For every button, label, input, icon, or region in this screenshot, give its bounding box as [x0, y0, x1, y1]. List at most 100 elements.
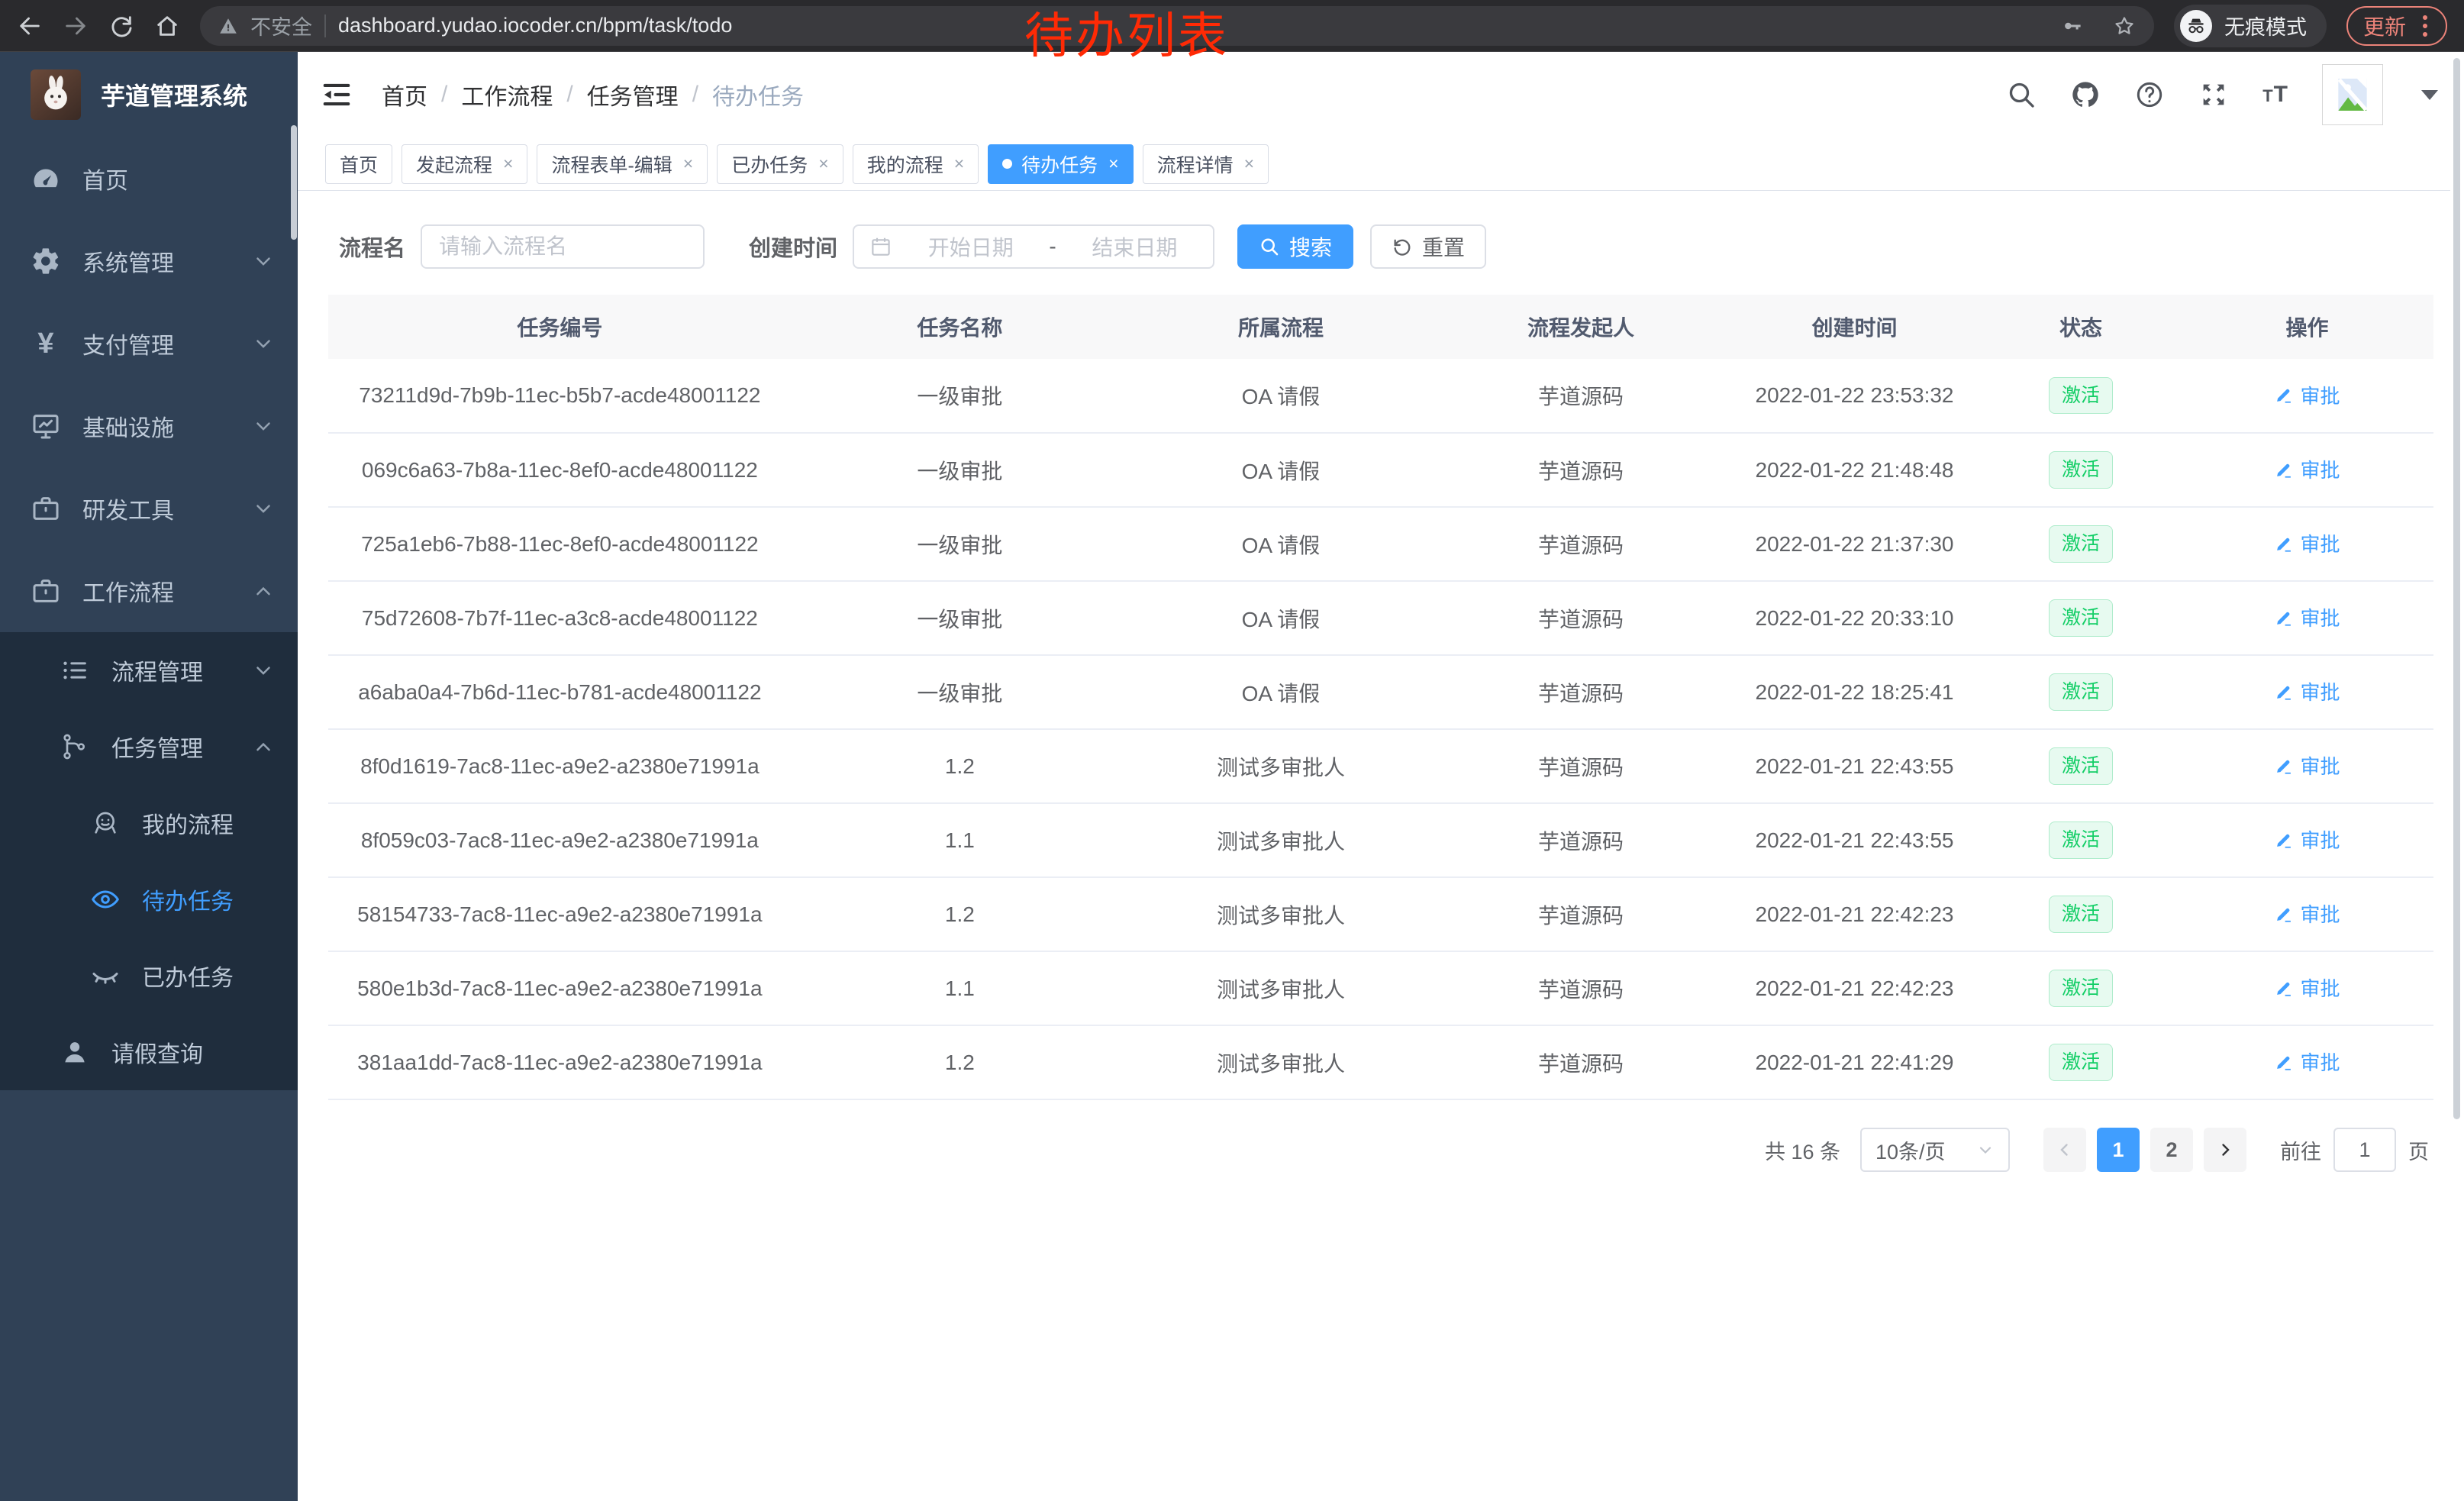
breadcrumb-item[interactable]: 工作流程: [461, 78, 553, 111]
tag-process-detail[interactable]: 流程详情×: [1143, 144, 1269, 184]
tag-close-icon[interactable]: ×: [683, 153, 693, 174]
navbar-tools: TT: [2006, 64, 2438, 125]
chevron-up-icon: [252, 579, 275, 602]
sidebar-item-payment-management[interactable]: ¥支付管理: [0, 302, 298, 385]
page-size-select[interactable]: 10条/页: [1860, 1128, 2010, 1172]
sidebar-item-home[interactable]: 首页: [0, 137, 298, 220]
cell-process: OA 请假: [1128, 655, 1434, 729]
avatar-caret-icon[interactable]: [2421, 90, 2438, 100]
approve-link[interactable]: 审批: [2274, 1047, 2340, 1076]
cell-created: 2022-01-22 20:33:10: [1728, 581, 1981, 655]
sidebar-item-my-process[interactable]: 我的流程: [0, 785, 298, 861]
user-avatar[interactable]: [2322, 64, 2383, 125]
breadcrumb-item[interactable]: 首页: [382, 78, 427, 111]
status-badge: 激活: [2049, 970, 2113, 1007]
tag-form-edit[interactable]: 流程表单-编辑 ×: [537, 144, 708, 184]
password-key-icon[interactable]: [2061, 15, 2084, 37]
home-icon[interactable]: [154, 13, 180, 39]
main-area: 首页/工作流程/任务管理/待办任务 TT 首页发起流程×流程表单-编辑×已办任务…: [298, 52, 2464, 1501]
approve-link[interactable]: 审批: [2274, 973, 2340, 1002]
approve-link[interactable]: 审批: [2274, 381, 2340, 409]
user-icon: [58, 1035, 92, 1069]
approve-link[interactable]: 审批: [2274, 603, 2340, 631]
column-header-5: 状态: [1981, 295, 2181, 359]
tag-todo-tasks[interactable]: 待办任务×: [988, 144, 1133, 184]
process-name-input[interactable]: [421, 224, 705, 269]
tag-close-icon[interactable]: ×: [818, 153, 828, 174]
forward-icon[interactable]: [63, 13, 89, 39]
cell-id: 73211d9d-7b9b-11ec-b5b7-acde48001122: [328, 359, 792, 433]
yen-icon: ¥: [29, 327, 63, 360]
fullscreen-icon[interactable]: [2198, 79, 2229, 110]
back-icon[interactable]: [17, 13, 43, 39]
sidebar-item-todo-tasks[interactable]: 待办任务: [0, 861, 298, 938]
tag-my-process[interactable]: 我的流程×: [853, 144, 979, 184]
table-row: 8f0d1619-7ac8-11ec-a9e2-a2380e71991a1.2测…: [328, 729, 2433, 803]
security-label[interactable]: 不安全: [250, 11, 312, 40]
goto-page-input[interactable]: [2333, 1128, 2396, 1172]
search-button-icon: [1259, 236, 1280, 257]
tag-start-process[interactable]: 发起流程×: [402, 144, 527, 184]
approve-link[interactable]: 审批: [2274, 751, 2340, 780]
page-button-2[interactable]: 2: [2150, 1128, 2193, 1172]
sidebar-collapse-icon[interactable]: [319, 77, 354, 112]
approve-link[interactable]: 审批: [2274, 677, 2340, 705]
browser-menu-icon[interactable]: [2420, 15, 2430, 37]
cell-process: OA 请假: [1128, 433, 1434, 507]
approve-link[interactable]: 审批: [2274, 529, 2340, 557]
sidebar-item-process-management[interactable]: 流程管理: [0, 632, 298, 709]
cell-action: 审批: [2181, 433, 2433, 507]
sidebar-item-workflow[interactable]: 工作流程: [0, 550, 298, 632]
sidebar-item-infrastructure[interactable]: 基础设施: [0, 385, 298, 467]
page-scrollbar[interactable]: [2450, 52, 2464, 1501]
tag-label: 流程表单-编辑: [551, 150, 672, 178]
address-bar[interactable]: 不安全 dashboard.yudao.iocoder.cn/bpm/task/…: [200, 6, 2154, 46]
briefcase-icon: [29, 492, 63, 525]
sidebar-item-done-tasks[interactable]: 已办任务: [0, 938, 298, 1014]
sidebar-item-leave-query[interactable]: 请假查询: [0, 1014, 298, 1090]
reload-icon[interactable]: [108, 13, 134, 39]
github-icon[interactable]: [2070, 79, 2101, 110]
page-scrollbar-thumb[interactable]: [2453, 58, 2460, 1119]
breadcrumb-separator: /: [692, 82, 698, 108]
sidebar-item-task-management[interactable]: 任务管理: [0, 709, 298, 785]
help-icon[interactable]: [2134, 79, 2165, 110]
cell-starter: 芋道源码: [1434, 581, 1728, 655]
browser-update-button[interactable]: 更新: [2346, 6, 2447, 46]
update-label[interactable]: 更新: [2363, 11, 2406, 41]
bookmark-star-icon[interactable]: [2113, 15, 2136, 37]
cell-process: 测试多审批人: [1128, 729, 1434, 803]
edit-pencil-icon: [2274, 978, 2294, 998]
search-button[interactable]: 搜索: [1237, 224, 1353, 269]
table-row: 58154733-7ac8-11ec-a9e2-a2380e71991a1.2测…: [328, 877, 2433, 951]
sidebar-item-dev-tools[interactable]: 研发工具: [0, 467, 298, 550]
breadcrumb-item[interactable]: 任务管理: [587, 78, 679, 111]
sidebar-scrollbar-thumb[interactable]: [291, 125, 297, 240]
date-range-picker[interactable]: 开始日期 - 结束日期: [853, 224, 1214, 269]
status-badge: 激活: [2049, 377, 2113, 415]
tag-done-tasks[interactable]: 已办任务×: [717, 144, 843, 184]
next-page-button[interactable]: [2204, 1128, 2246, 1172]
approve-link[interactable]: 审批: [2274, 455, 2340, 483]
approve-link[interactable]: 审批: [2274, 825, 2340, 854]
cell-id: 75d72608-7b7f-11ec-a3c8-acde48001122: [328, 581, 792, 655]
reset-button[interactable]: 重置: [1370, 224, 1486, 269]
tag-home[interactable]: 首页: [325, 144, 392, 184]
eye-closed-icon: [89, 959, 122, 993]
approve-link[interactable]: 审批: [2274, 899, 2340, 928]
font-size-icon[interactable]: TT: [2262, 82, 2288, 108]
cell-status: 激活: [1981, 359, 2181, 433]
url-text[interactable]: dashboard.yudao.iocoder.cn/bpm/task/todo: [338, 14, 2032, 37]
start-date-placeholder[interactable]: 开始日期: [908, 231, 1034, 262]
prev-page-button[interactable]: [2043, 1128, 2086, 1172]
tag-close-icon[interactable]: ×: [503, 153, 513, 174]
page-button-1[interactable]: 1: [2097, 1128, 2140, 1172]
not-secure-icon: [218, 16, 238, 36]
search-icon[interactable]: [2006, 79, 2037, 110]
sidebar-item-system-management[interactable]: 系统管理: [0, 220, 298, 302]
app-logo[interactable]: 芋道管理系统: [0, 52, 298, 137]
tag-close-icon[interactable]: ×: [954, 153, 964, 174]
end-date-placeholder[interactable]: 结束日期: [1072, 231, 1198, 262]
tag-close-icon[interactable]: ×: [1108, 153, 1118, 174]
tag-close-icon[interactable]: ×: [1244, 153, 1254, 174]
